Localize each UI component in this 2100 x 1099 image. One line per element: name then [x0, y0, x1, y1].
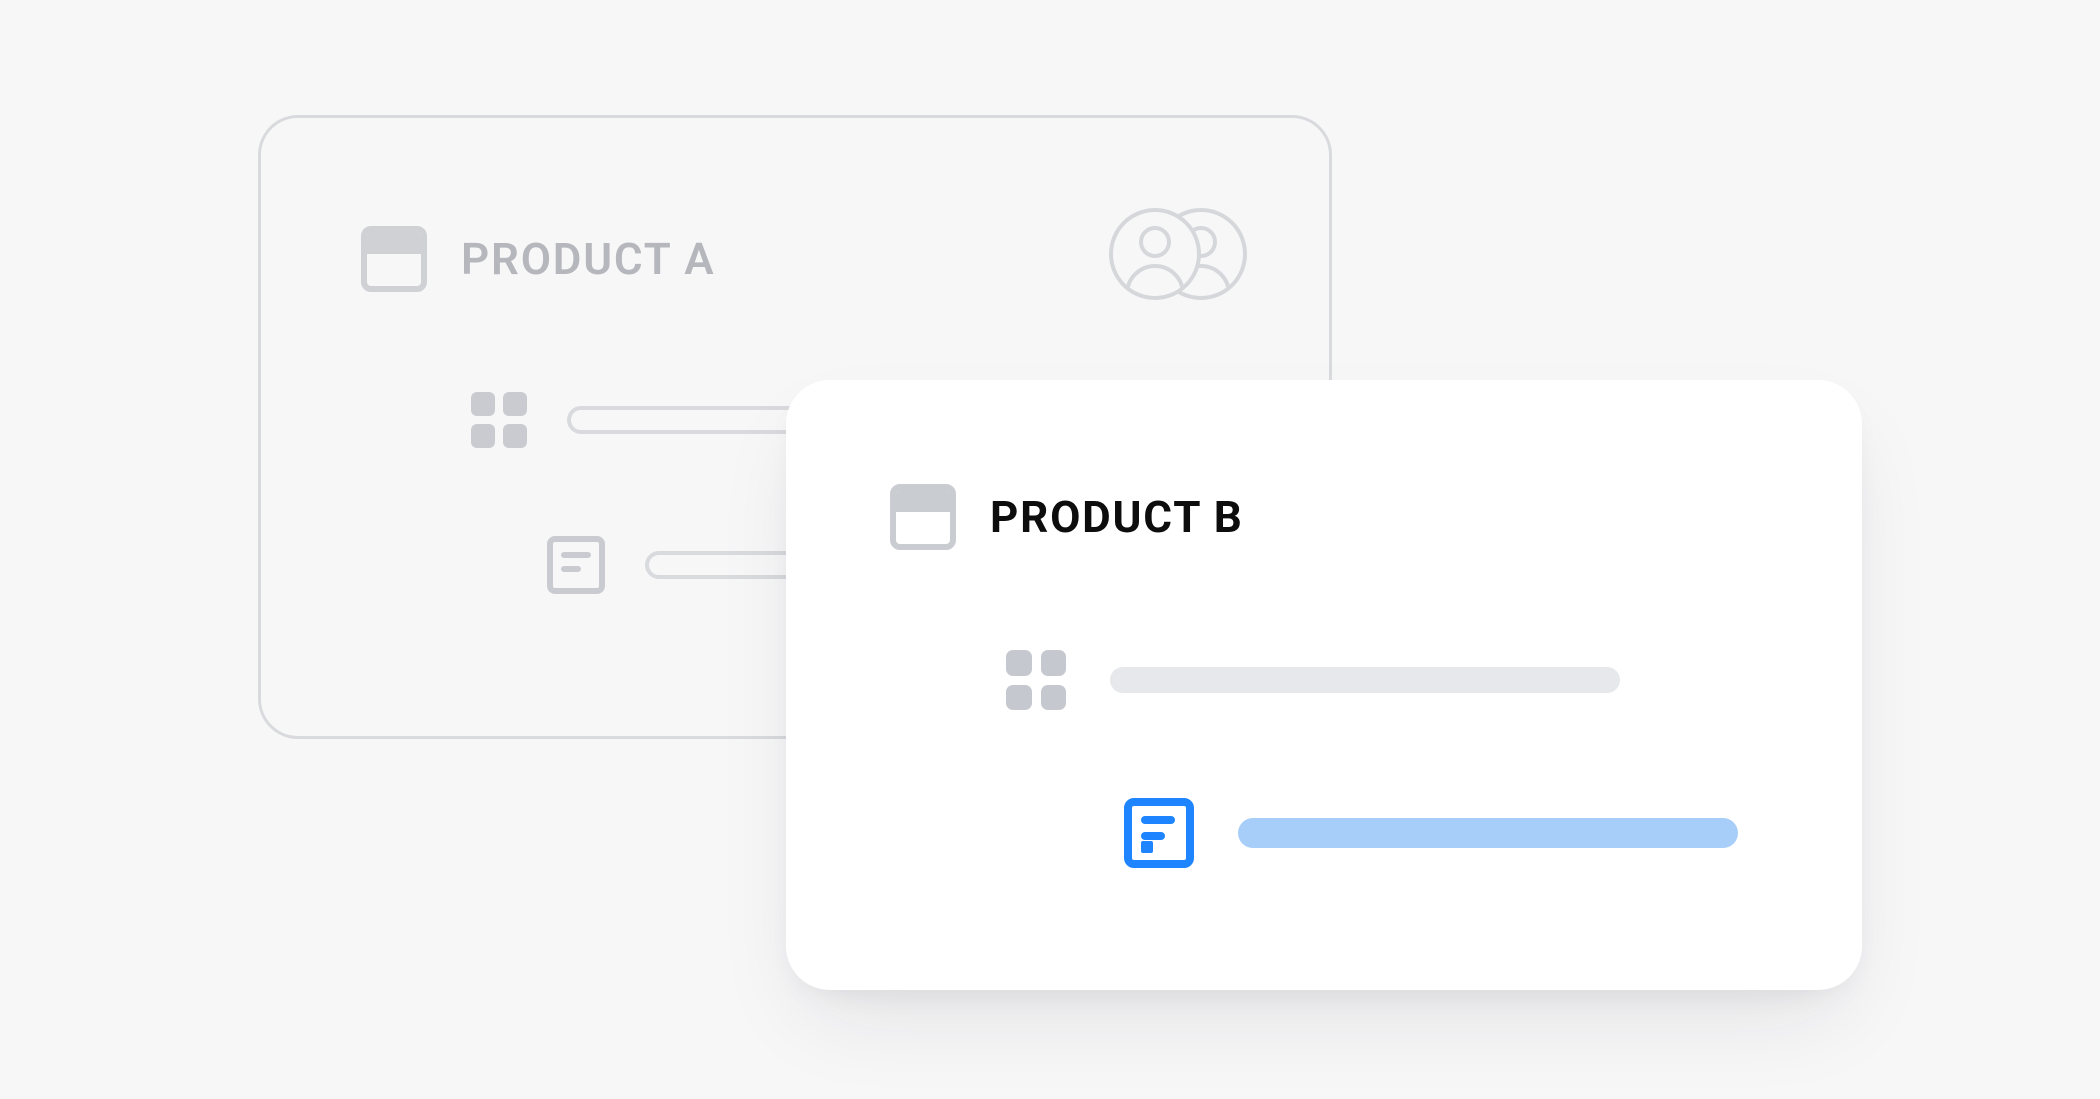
card-a-title: PRODUCT A [461, 233, 715, 285]
card-b-header: PRODUCT B [890, 484, 1244, 550]
card-b-title: PRODUCT B [990, 491, 1244, 543]
placeholder-line-active [1238, 818, 1738, 848]
collaborator-avatars [1109, 208, 1239, 304]
card-b-row [1006, 650, 1620, 710]
grid-icon [1006, 650, 1066, 710]
avatar-icon [1109, 208, 1201, 300]
window-icon [890, 484, 956, 550]
document-icon [1124, 798, 1194, 868]
product-card-b: PRODUCT B [786, 380, 1862, 990]
grid-icon [471, 392, 527, 448]
placeholder-line [1110, 667, 1620, 693]
card-b-row-active [1124, 798, 1738, 868]
window-icon [361, 226, 427, 292]
card-a-header: PRODUCT A [361, 226, 715, 292]
document-icon [547, 536, 605, 594]
